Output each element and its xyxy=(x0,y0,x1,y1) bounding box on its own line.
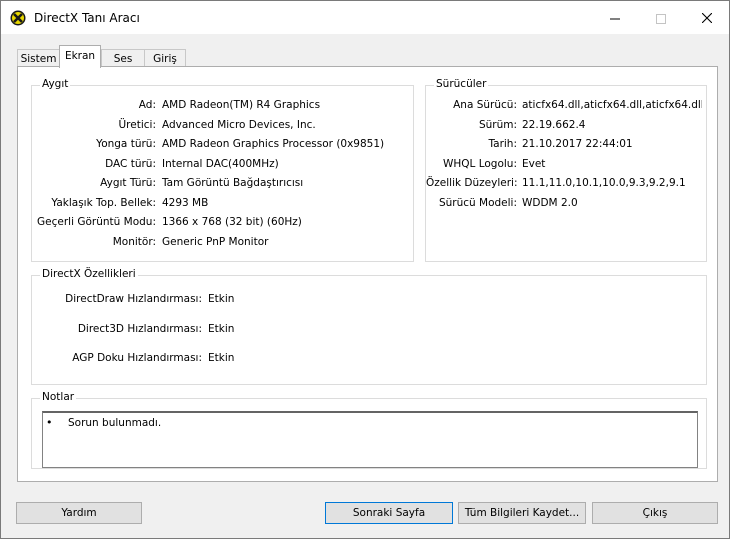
driver-model-label: Sürücü Modeli: xyxy=(438,197,517,209)
drivers-group: Sürücüler Ana Sürücü: aticfx64.dll,aticfx… xyxy=(425,78,707,262)
direct3d-value: Etkin xyxy=(208,323,235,335)
driver-model-value: WDDM 2.0 xyxy=(522,197,578,209)
close-icon xyxy=(701,12,712,24)
tab-label: Ses xyxy=(113,53,133,65)
exit-button[interactable]: Çıkış xyxy=(592,502,718,524)
device-name-value: AMD Radeon(TM) R4 Graphics xyxy=(162,99,321,111)
agp-value: Etkin xyxy=(208,352,235,364)
main-driver-value: aticfx64.dll,aticfx64.dll,aticfx64.dll,a xyxy=(522,99,702,111)
dac-type-label: DAC türü: xyxy=(105,158,156,170)
manufacturer-label: Üretici: xyxy=(118,119,157,131)
display-mode-label: Geçerli Görüntü Modu: xyxy=(37,216,156,228)
direct3d-label: Direct3D Hızlandırması: xyxy=(77,323,202,335)
tab-label: Ekran xyxy=(64,50,96,62)
version-label: Sürüm: xyxy=(478,119,517,131)
notes-group: Notlar • Sorun bulunmadı. xyxy=(31,391,707,469)
date-value: 21.10.2017 22:44:01 xyxy=(522,138,633,150)
feature-levels-label: Özellik Düzeyleri: xyxy=(426,177,518,189)
device-name-label: Ad: xyxy=(138,99,156,111)
tab-label: Giriş xyxy=(153,53,177,65)
device-group: Aygıt Ad: AMD Radeon(TM) R4 Graphics Üret… xyxy=(31,78,414,262)
minimize-icon xyxy=(609,18,620,19)
maximize-icon xyxy=(655,13,666,24)
display-mode-value: 1366 x 768 (32 bit) (60Hz) xyxy=(162,216,302,228)
directdraw-value: Etkin xyxy=(208,293,235,305)
next-page-button[interactable]: Sonraki Sayfa xyxy=(325,502,453,524)
monitor-label: Monitör: xyxy=(112,236,156,248)
version-value: 22.19.662.4 xyxy=(522,119,586,131)
note-item: Sorun bulunmadı. xyxy=(68,417,162,429)
window-title: DirectX Tanı Aracı xyxy=(34,11,140,25)
feature-levels-value: 11.1,11.0,10.1,10.0,9.3,9.2,9.1 xyxy=(522,177,686,189)
close-button[interactable] xyxy=(684,1,729,34)
agp-label: AGP Doku Hızlandırması: xyxy=(72,352,202,364)
chip-type-label: Yonga türü: xyxy=(96,138,156,150)
device-type-value: Tam Görüntü Bağdaştırıcısı xyxy=(162,177,304,189)
directx-features-title: DirectX Özellikleri xyxy=(40,268,138,280)
chip-type-value: AMD Radeon Graphics Processor (0x9851) xyxy=(162,138,385,150)
main-driver-label: Ana Sürücü: xyxy=(453,99,517,111)
notes-title: Notlar xyxy=(40,391,77,403)
monitor-value: Generic PnP Monitor xyxy=(162,236,269,248)
tab-panel-ekran: Aygıt Ad: AMD Radeon(TM) R4 Graphics Üret… xyxy=(17,66,718,482)
directx-icon xyxy=(10,10,26,26)
notes-textbox[interactable]: • Sorun bulunmadı. xyxy=(42,411,698,468)
title-bar[interactable]: DirectX Tanı Aracı xyxy=(1,1,729,34)
total-memory-value: 4293 MB xyxy=(162,197,209,209)
date-label: Tarih: xyxy=(488,138,517,150)
save-all-button[interactable]: Tüm Bilgileri Kaydet... xyxy=(458,502,586,524)
tab-label: Sistem xyxy=(20,53,57,65)
directx-features-group: DirectX Özellikleri DirectDraw Hızlandır… xyxy=(31,268,707,385)
dac-type-value: Internal DAC(400MHz) xyxy=(162,158,279,170)
total-memory-label: Yaklaşık Top. Bellek: xyxy=(51,197,156,209)
device-group-title: Aygıt xyxy=(40,78,71,90)
tab-ekran[interactable]: Ekran xyxy=(59,45,101,68)
manufacturer-value: Advanced Micro Devices, Inc. xyxy=(162,119,316,131)
dxdiag-window: DirectX Tanı Aracı Sistem Ekran Ses Giri… xyxy=(0,0,730,539)
minimize-button[interactable] xyxy=(592,1,637,34)
drivers-group-title: Sürücüler xyxy=(434,78,489,90)
device-type-label: Aygıt Türü: xyxy=(100,177,156,189)
bullet-icon: • xyxy=(46,416,53,429)
directdraw-label: DirectDraw Hızlandırması: xyxy=(65,293,202,305)
whql-label: WHQL Logolu: xyxy=(442,158,517,170)
maximize-button xyxy=(638,1,683,34)
whql-value: Evet xyxy=(522,158,546,170)
help-button[interactable]: Yardım xyxy=(16,502,142,524)
